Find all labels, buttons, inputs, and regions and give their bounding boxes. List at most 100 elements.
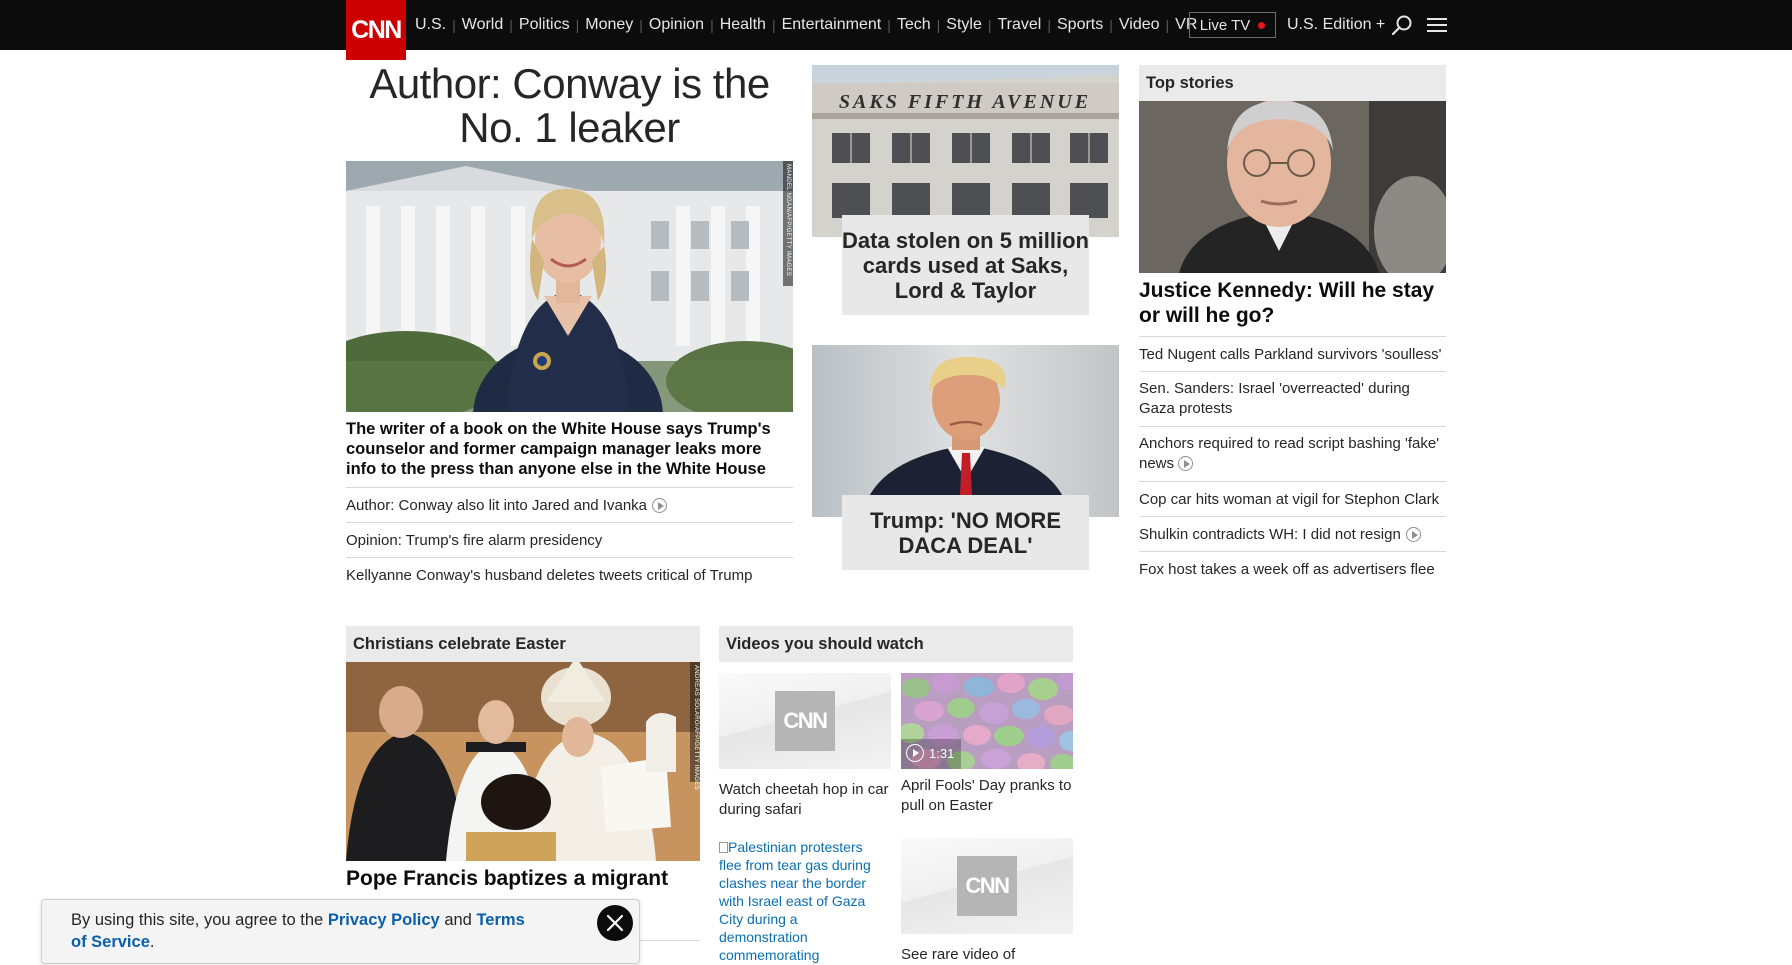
nav-link-world[interactable]: World [462,16,504,34]
hero-headline[interactable]: Author: Conway is the No. 1 leaker [346,62,793,150]
hero-headline-line1: Author: Conway is the [369,60,770,107]
pope-baptism-photo[interactable]: ANDREAS SOLARO/AFP/GETTY IMAGES [346,662,700,861]
top-story-text: Shulkin contradicts WH: I did not resign [1139,525,1401,543]
nav-link-style[interactable]: Style [946,16,982,34]
trump-illustration [812,345,1119,517]
easter-list-divider [640,940,700,941]
saks-photo[interactable]: SAKS FIFTH AVENUE [812,65,1119,237]
cookie-and: and [439,911,477,929]
nav-link-travel[interactable]: Travel [998,16,1042,34]
top-story-sanders[interactable]: Sen. Sanders: Israel 'overreacted' durin… [1139,371,1446,426]
hero-photo-conway[interactable]: MANDEL NGAN/AFP/GETTY IMAGES [346,161,793,412]
nav-separator: | [639,17,643,33]
related-link-conway-jared-ivanka[interactable]: Author: Conway also lit into Jared and I… [346,487,793,522]
related-link-fire-alarm[interactable]: Opinion: Trump's fire alarm presidency [346,522,793,557]
easter-section-header: Christians celebrate Easter [346,626,700,662]
video-alt-text-palestinian: Palestinian protesters flee from tear ga… [719,839,871,963]
trump-photo[interactable] [812,345,1119,517]
nav-separator: | [575,17,580,33]
top-story-text: Ted Nugent calls Parkland survivors 'sou… [1139,345,1442,363]
video-thumb-april-fools[interactable]: 1:31 [901,673,1073,769]
nav-separator: | [936,17,941,33]
video-caption-rare-video[interactable]: See rare video of [901,945,1073,965]
cookie-consent-bar: By using this site, you agree to the Pri… [41,899,640,964]
hero-photo-credit: MANDEL NGAN/AFP/GETTY IMAGES [785,164,791,277]
saks-story-caption[interactable]: Data stolen on 5 million cards used at S… [842,215,1089,315]
search-icon[interactable] [1390,13,1414,37]
nav-link-video[interactable]: Video [1119,16,1160,34]
top-stories-header: Top stories [1139,65,1446,101]
close-icon [606,914,624,932]
nav-link-tech[interactable]: Tech [897,16,931,34]
trump-story-caption[interactable]: Trump: 'NO MORE DACA DEAL' [842,495,1089,570]
cookie-suffix: . [149,933,155,951]
nav-separator: | [987,17,992,33]
top-story-cop-car[interactable]: Cop car hits woman at vigil for Stephon … [1139,481,1446,516]
nav-separator: | [509,17,513,33]
nav-separator: | [771,17,776,33]
play-video-icon [652,497,668,513]
privacy-policy-link[interactable]: Privacy Policy [328,911,440,929]
broken-image-icon [719,842,728,853]
easter-headline[interactable]: Pope Francis baptizes a migrant [346,866,700,892]
nav-separator: | [887,17,891,33]
top-stories-headline[interactable]: Justice Kennedy: Will he stay or will he… [1139,278,1446,328]
top-story-anchors-script[interactable]: Anchors required to read script bashing … [1139,426,1446,481]
live-indicator-dot [1258,21,1266,29]
top-story-fox-host[interactable]: Fox host takes a week off as advertisers… [1139,551,1446,586]
cnn-placeholder-logo: CNN [957,856,1017,916]
related-link-text: Opinion: Trump's fire alarm presidency [346,531,603,549]
edition-picker[interactable]: U.S. Edition + [1287,0,1385,50]
nav-link-us[interactable]: U.S. [415,16,446,34]
nav-link-money[interactable]: Money [585,16,633,34]
menu-icon[interactable] [1425,13,1449,37]
top-stories-list: Ted Nugent calls Parkland survivors 'sou… [1139,336,1446,586]
top-story-text: Fox host takes a week off as advertisers… [1139,560,1435,578]
close-cookie-button[interactable] [597,905,633,941]
top-navigation: CNN U.S. | World | Politics | Money | Opinio… [0,0,1792,60]
top-story-shulkin[interactable]: Shulkin contradicts WH: I did not resign [1139,516,1446,551]
nav-link-entertainment[interactable]: Entertainment [782,16,882,34]
hero-headline-line2: No. 1 leaker [459,104,680,151]
cnn-logo[interactable]: CNN [346,0,406,60]
nav-links: U.S. | World | Politics | Money | Opinion | H… [415,0,1197,50]
saks-sign-text: SAKS FIFTH AVENUE [839,91,1091,113]
kennedy-illustration [1139,101,1446,273]
cookie-prefix: By using this site, you agree to the [71,911,328,929]
live-tv-button[interactable]: Live TV [1189,12,1276,38]
cnn-placeholder-logo: CNN [775,691,835,751]
hero-related-links: Author: Conway also lit into Jared and I… [346,487,793,592]
hero-description[interactable]: The writer of a book on the White House … [346,419,793,479]
live-tv-label: Live TV [1199,16,1251,34]
top-story-text: Sen. Sanders: Israel 'overreacted' durin… [1139,380,1410,417]
play-video-icon [1405,526,1421,542]
nav-separator: | [710,17,714,33]
nav-link-politics[interactable]: Politics [519,16,570,34]
nav-link-health[interactable]: Health [720,16,766,34]
hero-photo-illustration [346,161,793,412]
play-circle-icon [906,744,924,762]
saks-building-illustration: SAKS FIFTH AVENUE [812,65,1119,237]
video-duration: 1:31 [929,745,955,761]
video-duration-badge: 1:31 [906,744,954,762]
video-caption-april-fools[interactable]: April Fools' Day pranks to pull on Easte… [901,776,1073,816]
related-link-husband-tweets[interactable]: Kellyanne Conway's husband deletes tweet… [346,557,793,592]
related-link-text: Kellyanne Conway's husband deletes tweet… [346,566,753,584]
justice-kennedy-photo[interactable] [1139,101,1446,273]
top-story-text: Cop car hits woman at vigil for Stephon … [1139,490,1440,508]
video-caption-cheetah[interactable]: Watch cheetah hop in car during safari [719,780,891,820]
nav-link-opinion[interactable]: Opinion [649,16,704,34]
easter-photo-credit: ANDREAS SOLARO/AFP/GETTY IMAGES [693,665,699,790]
video-thumb-cheetah[interactable]: CNN [719,673,891,769]
cookie-consent-text: By using this site, you agree to the Pri… [71,909,541,953]
nav-separator: | [1165,17,1170,33]
video-thumb-palestinian-protesters[interactable]: Palestinian protesters flee from tear ga… [719,838,884,964]
pope-baptism-illustration [346,662,700,861]
video-thumb-rare-video[interactable]: CNN [901,838,1073,934]
nav-separator: | [452,17,456,33]
videos-section-header: Videos you should watch [719,626,1073,662]
top-story-nugent[interactable]: Ted Nugent calls Parkland survivors 'sou… [1139,336,1446,371]
play-video-icon [1178,456,1194,471]
nav-link-sports[interactable]: Sports [1057,16,1103,34]
nav-separator: | [1047,17,1051,33]
